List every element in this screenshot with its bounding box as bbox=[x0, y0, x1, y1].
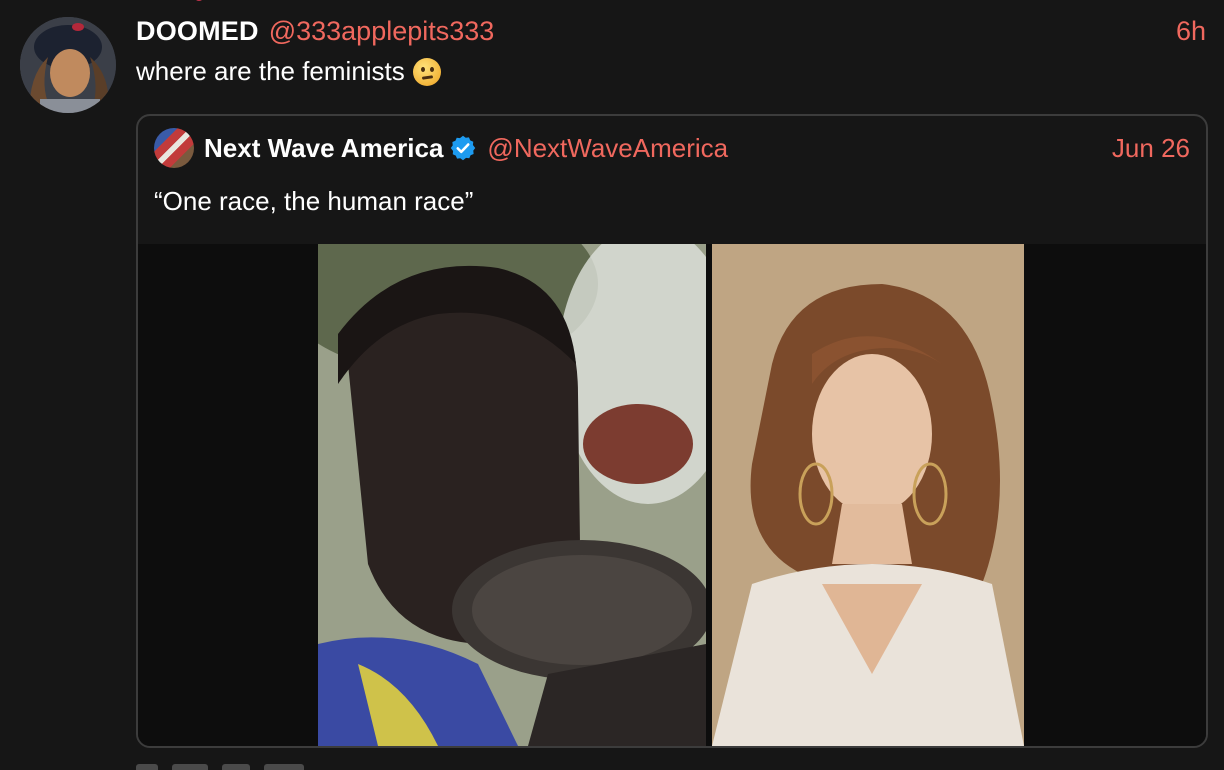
quoted-author-name[interactable]: Next Wave America bbox=[204, 133, 443, 164]
timeline-view: DOOMED @333applepits333 6h where are the… bbox=[0, 0, 1224, 770]
thinking-face-emoji-icon bbox=[412, 57, 441, 86]
tweet-actions-remnant bbox=[136, 762, 476, 770]
tweet-body: where are the feminists bbox=[136, 56, 441, 87]
photo-woman-portrait-icon bbox=[712, 244, 1024, 746]
quoted-author-avatar[interactable] bbox=[154, 128, 194, 168]
quoted-tweet-media bbox=[138, 244, 1206, 746]
quoted-tweet-header: Next Wave America @NextWaveAmerica Jun 2… bbox=[154, 128, 1190, 168]
tweet-timestamp[interactable]: 6h bbox=[1176, 16, 1206, 47]
author-avatar[interactable] bbox=[20, 17, 116, 113]
verified-badge-icon bbox=[449, 134, 477, 162]
quoted-tweet-text: “One race, the human race” bbox=[154, 186, 474, 216]
quoted-tweet-card[interactable]: Next Wave America @NextWaveAmerica Jun 2… bbox=[136, 114, 1208, 748]
author-avatar-image bbox=[20, 17, 116, 113]
tweet-text: where are the feminists bbox=[136, 56, 405, 86]
previous-tweet-actions-remnant bbox=[136, 0, 476, 4]
quoted-author-handle[interactable]: @NextWaveAmerica bbox=[487, 133, 728, 164]
quoted-tweet-date[interactable]: Jun 26 bbox=[1112, 133, 1190, 164]
author-handle[interactable]: @333applepits333 bbox=[269, 16, 495, 47]
tweet-header: DOOMED @333applepits333 6h bbox=[136, 14, 1206, 48]
media-photo-right[interactable] bbox=[712, 244, 1024, 746]
media-photo-left[interactable] bbox=[318, 244, 706, 746]
author-name[interactable]: DOOMED bbox=[136, 16, 259, 47]
photo-woman-with-lip-plate-icon bbox=[318, 244, 706, 746]
